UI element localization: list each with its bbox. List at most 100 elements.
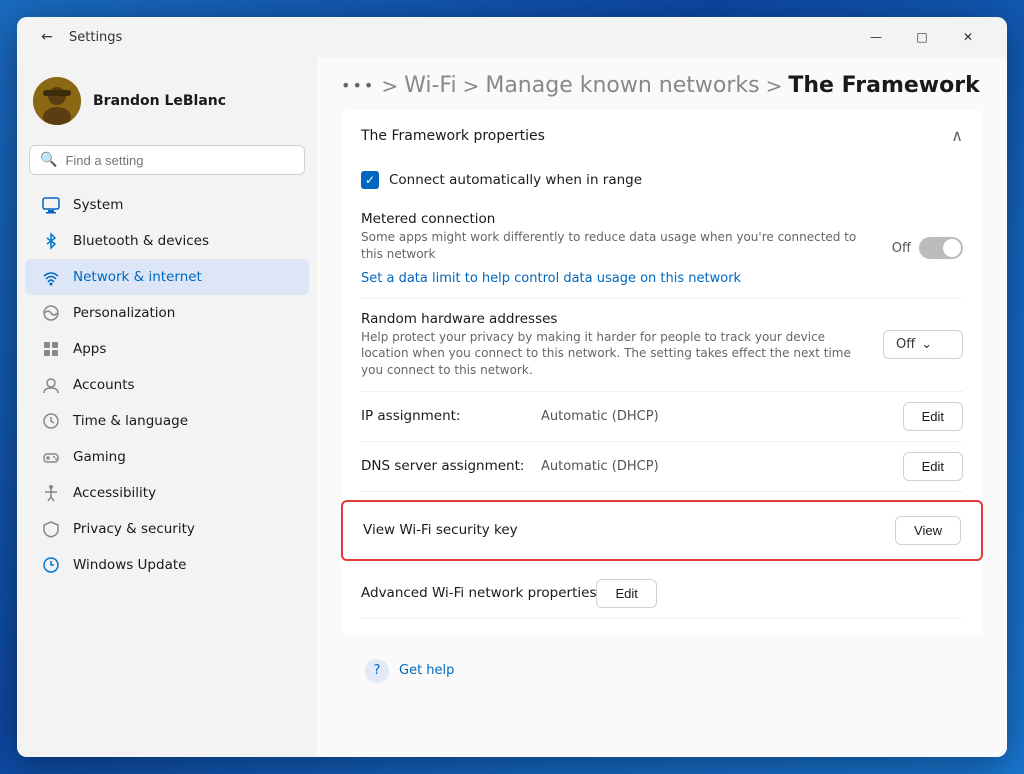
sidebar-label-network: Network & internet (73, 269, 202, 285)
search-input[interactable] (65, 153, 294, 168)
metered-toggle-switch[interactable] (919, 237, 963, 259)
metered-connection-row: Metered connection Some apps might work … (361, 199, 963, 299)
help-icon: ? (365, 659, 389, 683)
chevron-down-icon: ⌄ (921, 337, 932, 352)
privacy-icon (41, 519, 61, 539)
breadcrumb-wifi[interactable]: Wi-Fi (404, 73, 457, 98)
panels-area: The Framework properties ∧ ✓ Connect aut… (317, 110, 1007, 723)
sidebar-item-personalization[interactable]: Personalization (25, 295, 309, 331)
settings-window: ← Settings — □ ✕ Brandon LeB (17, 17, 1007, 757)
breadcrumb-sep3: > (766, 74, 783, 98)
back-button[interactable]: ← (33, 23, 61, 51)
user-section: Brandon LeBlanc (17, 65, 317, 145)
ip-label: IP assignment: (361, 408, 541, 424)
wifi-key-row-highlighted: View Wi-Fi security key View (341, 500, 983, 561)
gaming-icon (41, 447, 61, 467)
sidebar-label-gaming: Gaming (73, 449, 126, 465)
breadcrumb-manage[interactable]: Manage known networks (485, 73, 759, 98)
search-box[interactable]: 🔍 (29, 145, 305, 175)
username: Brandon LeBlanc (93, 93, 226, 109)
breadcrumb: ••• > Wi-Fi > Manage known networks > Th… (341, 73, 980, 98)
content-header: ••• > Wi-Fi > Manage known networks > Th… (317, 57, 1007, 110)
metered-toggle-container: Off (892, 237, 963, 259)
time-icon (41, 411, 61, 431)
titlebar: ← Settings — □ ✕ (17, 17, 1007, 57)
search-icon: 🔍 (40, 152, 57, 168)
sidebar-label-personalization: Personalization (73, 305, 175, 321)
sidebar-item-bluetooth[interactable]: Bluetooth & devices (25, 223, 309, 259)
sidebar-item-accessibility[interactable]: Accessibility (25, 475, 309, 511)
wifi-key-view-button[interactable]: View (895, 516, 961, 545)
sidebar-label-update: Windows Update (73, 557, 186, 573)
sidebar-item-accounts[interactable]: Accounts (25, 367, 309, 403)
panel-body: ✓ Connect automatically when in range Me… (341, 161, 983, 635)
apps-icon (41, 339, 61, 359)
checkmark-icon: ✓ (365, 173, 375, 187)
metered-desc: Some apps might work differently to redu… (361, 229, 880, 263)
ip-assignment-row: IP assignment: Automatic (DHCP) Edit (361, 392, 963, 442)
random-hw-value: Off (896, 337, 915, 352)
wifi-key-label: View Wi-Fi security key (363, 522, 895, 538)
close-button[interactable]: ✕ (945, 21, 991, 53)
advanced-wifi-label: Advanced Wi-Fi network properties (361, 585, 596, 601)
advanced-wifi-edit-button[interactable]: Edit (596, 579, 656, 608)
metered-info: Metered connection Some apps might work … (361, 211, 880, 286)
ip-edit-button[interactable]: Edit (903, 402, 963, 431)
dns-edit-button[interactable]: Edit (903, 452, 963, 481)
dns-label: DNS server assignment: (361, 458, 541, 474)
sidebar-label-accessibility: Accessibility (73, 485, 156, 501)
personalization-icon (41, 303, 61, 323)
sidebar-item-time[interactable]: Time & language (25, 403, 309, 439)
dns-value: Automatic (DHCP) (541, 459, 903, 474)
panel-header[interactable]: The Framework properties ∧ (341, 110, 983, 161)
sidebar-label-time: Time & language (73, 413, 188, 429)
connect-auto-row: ✓ Connect automatically when in range (361, 161, 963, 199)
sidebar-item-gaming[interactable]: Gaming (25, 439, 309, 475)
random-hw-label: Random hardware addresses (361, 311, 871, 327)
bluetooth-icon (41, 231, 61, 251)
data-limit-link[interactable]: Set a data limit to help control data us… (361, 271, 880, 286)
sidebar-item-system[interactable]: System (25, 187, 309, 223)
breadcrumb-dots[interactable]: ••• (341, 76, 375, 95)
accessibility-icon (41, 483, 61, 503)
panel-title: The Framework properties (361, 128, 545, 144)
sidebar-item-update[interactable]: Windows Update (25, 547, 309, 583)
avatar[interactable] (33, 77, 81, 125)
system-icon (41, 195, 61, 215)
breadcrumb-sep2: > (463, 74, 480, 98)
sidebar-label-accounts: Accounts (73, 377, 135, 393)
content-area: ••• > Wi-Fi > Manage known networks > Th… (317, 57, 1007, 757)
random-hw-desc: Help protect your privacy by making it h… (361, 329, 871, 379)
sidebar-item-network[interactable]: Network & internet (25, 259, 309, 295)
ip-value: Automatic (DHCP) (541, 409, 903, 424)
sidebar-item-apps[interactable]: Apps (25, 331, 309, 367)
advanced-wifi-row: Advanced Wi-Fi network properties Edit (361, 569, 963, 619)
update-icon (41, 555, 61, 575)
breadcrumb-sep1: > (381, 74, 398, 98)
window-controls: — □ ✕ (853, 21, 991, 53)
random-hw-dropdown[interactable]: Off ⌄ (883, 330, 963, 359)
framework-properties-panel: The Framework properties ∧ ✓ Connect aut… (341, 110, 983, 635)
accounts-icon (41, 375, 61, 395)
network-icon (41, 267, 61, 287)
dns-assignment-row: DNS server assignment: Automatic (DHCP) … (361, 442, 963, 492)
sidebar: Brandon LeBlanc 🔍 System Bluetooth & dev… (17, 57, 317, 757)
maximize-button[interactable]: □ (899, 21, 945, 53)
random-hw-info: Random hardware addresses Help protect y… (361, 311, 871, 379)
get-help-link[interactable]: Get help (399, 663, 454, 678)
get-help-section: ? Get help (341, 643, 983, 699)
random-hw-row: Random hardware addresses Help protect y… (361, 299, 963, 392)
connect-auto-label: Connect automatically when in range (389, 172, 642, 188)
sidebar-label-privacy: Privacy & security (73, 521, 195, 537)
main-layout: Brandon LeBlanc 🔍 System Bluetooth & dev… (17, 57, 1007, 757)
sidebar-label-bluetooth: Bluetooth & devices (73, 233, 209, 249)
chevron-up-icon: ∧ (951, 126, 963, 145)
minimize-button[interactable]: — (853, 21, 899, 53)
app-title: Settings (69, 30, 122, 45)
sidebar-label-system: System (73, 197, 123, 213)
metered-label: Metered connection (361, 211, 880, 227)
breadcrumb-current: The Framework (788, 73, 979, 98)
sidebar-label-apps: Apps (73, 341, 106, 357)
sidebar-item-privacy[interactable]: Privacy & security (25, 511, 309, 547)
connect-auto-checkbox[interactable]: ✓ (361, 171, 379, 189)
